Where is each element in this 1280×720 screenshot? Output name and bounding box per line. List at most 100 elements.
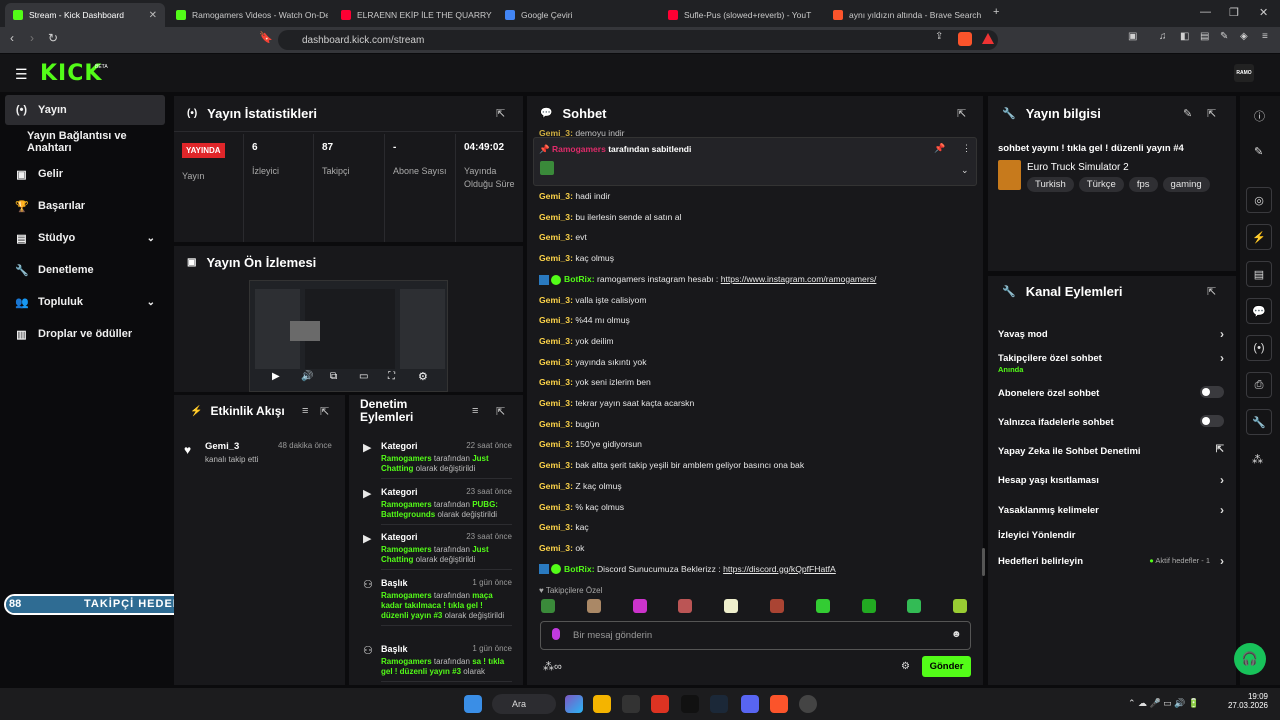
browser-tab[interactable]: aynı yıldızın altında - Brave Search: [825, 3, 985, 27]
reload-icon[interactable]: ↻: [48, 31, 58, 45]
lightning-icon[interactable]: ⚡: [1246, 224, 1272, 250]
sidebar-item[interactable]: 🏆 Başarılar: [5, 191, 165, 221]
unpin-icon[interactable]: 📌: [934, 143, 945, 154]
avatar[interactable]: RAMO: [1234, 64, 1254, 82]
browser-tab[interactable]: Google Çeviri: [497, 3, 657, 27]
chevron-down-icon[interactable]: ⌄: [961, 165, 969, 176]
chat-username[interactable]: BotRix: [564, 274, 592, 284]
chat-username[interactable]: BotRix: [564, 564, 592, 574]
channel-action-item[interactable]: Yasaklanmış kelimeler ›: [998, 503, 1224, 517]
channel-action-item[interactable]: Hedefleri belirleyin ● Aktif hedefler - 1…: [998, 554, 1224, 568]
browser-tab[interactable]: ELRAENN EKİP İLE THE QUARRY OYN: [333, 3, 493, 27]
taskbar-search[interactable]: Ara: [492, 694, 556, 714]
chat-username[interactable]: Gemi_3: [539, 336, 570, 346]
chat-username[interactable]: Gemi_3: [539, 522, 570, 532]
emote-icon[interactable]: [907, 599, 922, 613]
bookmark-icon[interactable]: 🔖: [259, 31, 273, 44]
theater-icon[interactable]: ▭: [359, 371, 368, 382]
brave-rewards-icon[interactable]: [982, 33, 994, 44]
settings-icon[interactable]: ⚙: [418, 370, 428, 383]
chat-username[interactable]: Gemi_3: [539, 295, 570, 305]
emote-icon[interactable]: [724, 599, 739, 613]
more-icon[interactable]: ⋮: [962, 143, 971, 154]
sidebar-item[interactable]: (•) Yayın: [5, 95, 165, 125]
browser-tab[interactable]: Stream - Kick Dashboard ✕: [5, 3, 165, 27]
toggle-switch[interactable]: [1200, 386, 1224, 398]
printer-icon[interactable]: ⎙: [1246, 372, 1272, 398]
filter-icon[interactable]: ≡: [472, 405, 478, 417]
channel-action-item[interactable]: Yalnızca ifadelerle sohbet: [998, 415, 1224, 428]
chat-username[interactable]: Gemi_3: [539, 212, 570, 222]
chat-username[interactable]: Gemi_3: [539, 357, 570, 367]
filter-icon[interactable]: ≡: [302, 405, 308, 417]
chat-username[interactable]: Gemi_3: [539, 315, 570, 325]
kick-logo[interactable]: KICK: [40, 61, 102, 86]
media-icon[interactable]: ♫: [1159, 31, 1167, 42]
explorer-icon[interactable]: [593, 695, 611, 713]
clock[interactable]: 19:09 27.03.2026: [1226, 692, 1268, 710]
chat-username[interactable]: Gemi_3: [539, 398, 570, 408]
emote-icon[interactable]: [678, 599, 693, 613]
emote-icon[interactable]: [541, 599, 555, 613]
browser-tab[interactable]: Sufle-Pus (slowed+reverb) - YouT: [660, 3, 820, 27]
wrench-icon[interactable]: 🔧: [1246, 409, 1272, 435]
notes-icon[interactable]: ▤: [1246, 261, 1272, 287]
play-icon[interactable]: ▶: [272, 371, 280, 382]
channel-action-item[interactable]: Yapay Zeka ile Sohbet Denetimi ⇱: [998, 444, 1224, 457]
new-tab-button[interactable]: +: [993, 6, 999, 18]
wallet-icon[interactable]: ▤: [1200, 31, 1209, 42]
chat-settings-icon[interactable]: ⚙: [901, 661, 910, 672]
chat-username[interactable]: Gemi_3: [539, 543, 570, 553]
minimize-button[interactable]: —: [1200, 6, 1211, 18]
loyalty-icon[interactable]: ⁂∞: [543, 660, 562, 673]
pip-icon[interactable]: ⧉: [330, 371, 337, 382]
brave-shield-icon[interactable]: [958, 32, 972, 46]
chat-icon[interactable]: 💬: [1246, 298, 1272, 324]
chat-link[interactable]: https://www.instagram.com/ramogamers/: [721, 274, 877, 284]
browser-tab[interactable]: Ramogamers Videos - Watch On-De: [168, 3, 328, 27]
info-icon[interactable]: ⓘ: [1254, 108, 1265, 124]
close-window-button[interactable]: ✕: [1259, 6, 1268, 19]
tag[interactable]: gaming: [1162, 177, 1210, 192]
windows-start-icon[interactable]: [464, 695, 482, 713]
channel-action-item[interactable]: Yavaş mod ›: [998, 327, 1224, 341]
emoji-icon[interactable]: ☻: [951, 629, 962, 640]
close-tab-icon[interactable]: ✕: [149, 10, 157, 21]
chat-username[interactable]: Gemi_3: [539, 253, 570, 263]
emote-icon[interactable]: [586, 599, 601, 613]
vpn-icon[interactable]: ◈: [1240, 31, 1248, 42]
emote-icon[interactable]: [861, 599, 876, 613]
support-icon[interactable]: 🎧: [1234, 643, 1266, 675]
sidebar-item[interactable]: ▤ Stüdyo ⌄: [5, 223, 165, 253]
toggle-switch[interactable]: [1200, 415, 1224, 427]
channel-action-item[interactable]: Takipçilere özel sohbet Anında ›: [998, 351, 1224, 374]
camera-icon[interactable]: ◎: [1246, 187, 1272, 213]
emote-icon[interactable]: [770, 599, 784, 613]
channel-action-item[interactable]: Hesap yaşı kısıtlaması ›: [998, 473, 1224, 487]
fullscreen-icon[interactable]: ⛶: [388, 371, 395, 382]
address-bar[interactable]: dashboard.kick.com/stream: [278, 30, 998, 50]
popout-icon[interactable]: ⇱: [320, 405, 329, 418]
chat-username[interactable]: Gemi_3: [539, 502, 570, 512]
app-icon[interactable]: [651, 695, 669, 713]
app-icon[interactable]: [681, 695, 699, 713]
chat-username[interactable]: Gemi_3: [539, 439, 570, 449]
app-icon[interactable]: [799, 695, 817, 713]
chat-scrollbar[interactable]: [982, 548, 985, 576]
back-icon[interactable]: ‹: [10, 31, 14, 45]
sidebar-item[interactable]: ▥ Droplar ve ödüller: [5, 319, 165, 349]
chat-username[interactable]: Gemi_3: [539, 460, 570, 470]
edit-icon[interactable]: ✎: [1254, 145, 1263, 158]
chat-username[interactable]: Gemi_3: [539, 232, 570, 242]
menu-icon[interactable]: ≡: [1262, 31, 1268, 42]
volume-icon[interactable]: 🔊: [301, 371, 313, 382]
extensions-icon[interactable]: ✎: [1220, 31, 1228, 42]
sidebar-toggle-icon[interactable]: ▣: [1128, 31, 1137, 42]
steam-icon[interactable]: [710, 695, 728, 713]
emote-icon[interactable]: [953, 599, 968, 613]
chat-username[interactable]: Gemi_3: [539, 419, 570, 429]
tag[interactable]: Turkish: [1027, 177, 1074, 192]
tag[interactable]: fps: [1128, 177, 1158, 192]
broadcast-icon[interactable]: (•): [1246, 335, 1272, 361]
popout-icon[interactable]: ⇱: [1207, 107, 1216, 120]
